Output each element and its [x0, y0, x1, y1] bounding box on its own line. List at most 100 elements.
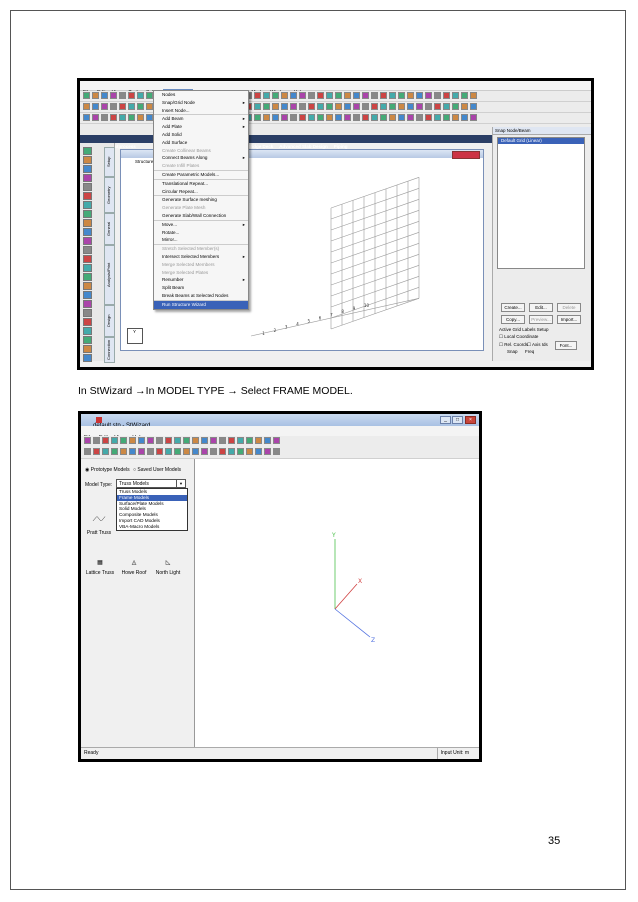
toolbar-button-icon[interactable] [201, 448, 208, 455]
toolbar-button-icon[interactable] [183, 448, 190, 455]
toolbar-button-icon[interactable] [299, 114, 306, 121]
chevron-down-icon[interactable]: ▼ [176, 480, 185, 487]
toolbar-button-icon[interactable] [443, 103, 450, 110]
left-tool-icon[interactable] [83, 183, 92, 191]
toolbar-button-icon[interactable] [156, 448, 163, 455]
toolbar-button-icon[interactable] [452, 92, 459, 99]
left-tool-icon[interactable] [83, 219, 92, 227]
toolbar-button-icon[interactable] [111, 448, 118, 455]
toolbar-button-icon[interactable] [237, 448, 244, 455]
toolbar-button-icon[interactable] [371, 103, 378, 110]
left-tool-icon[interactable] [83, 336, 92, 344]
toolbar-button-icon[interactable] [326, 114, 333, 121]
menu-item-add-surface[interactable]: Add Surface [154, 139, 248, 147]
left-tool-icon[interactable] [83, 273, 92, 281]
toolbar-button-icon[interactable] [84, 437, 91, 444]
toolbar-button-icon[interactable] [425, 114, 432, 121]
menu-item-merge-selected-members[interactable]: Merge Selected Members [154, 261, 248, 269]
minimize-icon[interactable]: _ [440, 416, 451, 424]
toolbar-button-icon[interactable] [380, 114, 387, 121]
left-tool-icon[interactable] [83, 354, 92, 362]
toolbar-button-icon[interactable] [434, 103, 441, 110]
toolbar-button-icon[interactable] [228, 448, 235, 455]
edit-button[interactable]: Edit... [529, 303, 553, 312]
menu-item-generate-plate-mesh[interactable]: Generate Plate Mesh [154, 204, 248, 212]
toolbar-button-icon[interactable] [264, 448, 271, 455]
menu-item-add-plate[interactable]: Add Plate ▸ [154, 123, 248, 131]
menu-item-generate-surface-meshing[interactable]: Generate Surface meshing [154, 195, 248, 204]
toolbar-button-icon[interactable] [101, 92, 108, 99]
toolbar-button-icon[interactable] [255, 448, 262, 455]
create-button[interactable]: Create... [501, 303, 525, 312]
left-tool-icon[interactable] [83, 210, 92, 218]
toolbar-button-icon[interactable] [380, 103, 387, 110]
toolbar-button-icon[interactable] [272, 103, 279, 110]
left-tool-icon[interactable] [83, 300, 92, 308]
toolbar-button-icon[interactable] [254, 114, 261, 121]
left-tool-icon[interactable] [83, 318, 92, 326]
toolbar-button-icon[interactable] [83, 103, 90, 110]
toolbar-button-icon[interactable] [353, 92, 360, 99]
left-tool-icon[interactable] [83, 192, 92, 200]
toolbar-button-icon[interactable] [102, 437, 109, 444]
menu-item-create-infill-plates[interactable]: Create Infill Plates [154, 162, 248, 170]
saved-user-models-radio[interactable]: ○ Saved User Models [133, 467, 181, 473]
menu-item-renumber[interactable]: Renumber ▸ [154, 276, 248, 284]
toolbar-button-icon[interactable] [308, 114, 315, 121]
toolbar-button-icon[interactable] [254, 103, 261, 110]
maximize-icon[interactable]: □ [452, 416, 463, 424]
toolbar-button-icon[interactable] [137, 114, 144, 121]
toolbar-button-icon[interactable] [246, 448, 253, 455]
toolbar-button-icon[interactable] [425, 92, 432, 99]
left-tool-icon[interactable] [83, 282, 92, 290]
toolbar-button-icon[interactable] [146, 114, 153, 121]
toolbar-button-icon[interactable] [147, 437, 154, 444]
toolbar-button-icon[interactable] [326, 103, 333, 110]
toolbar-button-icon[interactable] [138, 448, 145, 455]
left-tool-icon[interactable] [83, 228, 92, 236]
menu-item-snap-grid-node[interactable]: Snap/Grid Node ▸ [154, 99, 248, 107]
toolbar-button-icon[interactable] [92, 92, 99, 99]
import-button[interactable]: Import... [557, 315, 581, 324]
toolbar-button-icon[interactable] [246, 437, 253, 444]
toolbar-button-icon[interactable] [110, 114, 117, 121]
toolbar-button-icon[interactable] [353, 103, 360, 110]
menu-item-merge-selected-plates[interactable]: Merge Selected Plates [154, 269, 248, 277]
menu-item-break-beams-at-selected-nodes[interactable]: Break Beams at Selected Nodes [154, 292, 248, 300]
toolbar-button-icon[interactable] [174, 437, 181, 444]
toolbar-button-icon[interactable] [317, 92, 324, 99]
left-tool-icon[interactable] [83, 345, 92, 353]
toolbar-button-icon[interactable] [102, 448, 109, 455]
toolbar-button-icon[interactable] [138, 437, 145, 444]
toolbar-button-icon[interactable] [362, 103, 369, 110]
toolbar-button-icon[interactable] [335, 114, 342, 121]
toolbar-button-icon[interactable] [416, 103, 423, 110]
toolbar-button-icon[interactable] [344, 114, 351, 121]
toolbar-button-icon[interactable] [128, 114, 135, 121]
toolbar-button-icon[interactable] [237, 437, 244, 444]
toolbar-button-icon[interactable] [389, 114, 396, 121]
toolbar-button-icon[interactable] [371, 114, 378, 121]
local-coordinate-checkbox[interactable]: ☐ Local Coordinate [499, 334, 538, 340]
menu-item-create-parametric-models[interactable]: Create Parametric Models... [154, 169, 248, 179]
toolbar-button-icon[interactable] [263, 114, 270, 121]
toolbar-button-icon[interactable] [443, 92, 450, 99]
toolbar-button-icon[interactable] [470, 92, 477, 99]
toolbar-button-icon[interactable] [434, 92, 441, 99]
toolbar-button-icon[interactable] [254, 92, 261, 99]
toolbar-button-icon[interactable] [281, 103, 288, 110]
toolbar-button-icon[interactable] [119, 114, 126, 121]
toolbar-button-icon[interactable] [183, 437, 190, 444]
menu-item-mirror[interactable]: Mirror... [154, 236, 248, 244]
toolbar-button-icon[interactable] [83, 114, 90, 121]
menu-item-nodes[interactable]: Nodes [154, 91, 248, 99]
toolbar-button-icon[interactable] [434, 114, 441, 121]
toolbar-button-icon[interactable] [263, 92, 270, 99]
toolbar-button-icon[interactable] [407, 103, 414, 110]
toolbar-button-icon[interactable] [416, 92, 423, 99]
toolbar-button-icon[interactable] [416, 114, 423, 121]
toolbar-button-icon[interactable] [119, 92, 126, 99]
grid-list[interactable]: Default Grid (Linear) [497, 137, 585, 269]
toolbar-button-icon[interactable] [110, 103, 117, 110]
toolbar-button-icon[interactable] [452, 103, 459, 110]
